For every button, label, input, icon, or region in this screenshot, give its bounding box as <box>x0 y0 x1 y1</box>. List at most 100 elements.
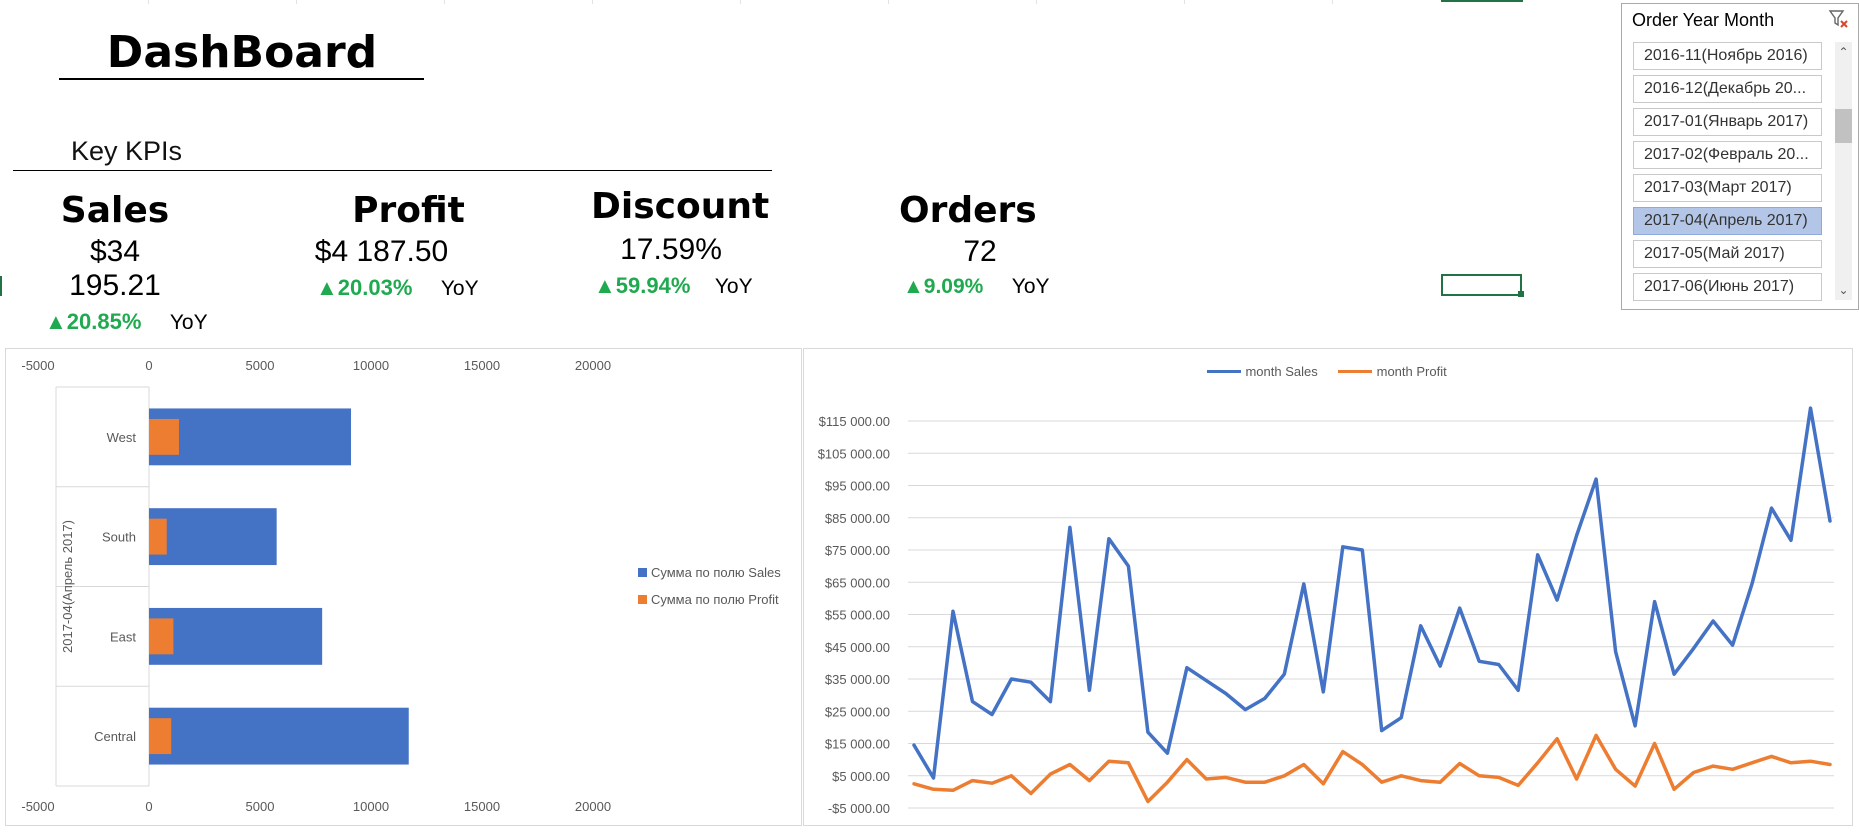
x-tick-label-bottom: 0 <box>145 799 152 814</box>
slicer-item[interactable]: 2017-03(Март 2017) <box>1633 174 1822 202</box>
kpi-change: ▲20.03% <box>316 275 413 300</box>
slicer-item[interactable]: 2016-11(Ноябрь 2016) <box>1633 42 1822 70</box>
sheet-gridline <box>1332 0 1333 4</box>
kpi-yoy: YoY <box>169 311 208 334</box>
sheet-gridline <box>592 0 593 4</box>
selected-cell[interactable] <box>1441 274 1522 296</box>
scroll-down-icon[interactable]: ⌄ <box>1835 282 1852 298</box>
slicer-scrollbar[interactable] <box>1835 42 1852 300</box>
clear-filter-icon[interactable] <box>1828 8 1850 30</box>
category-group-label: 2017-04(Апрель 2017) <box>60 520 75 653</box>
legend-label: Сумма по полю Profit <box>651 592 779 607</box>
y-tick-label: $65 000.00 <box>825 575 890 590</box>
y-tick-label: $15 000.00 <box>825 737 890 752</box>
kpi-label: Sales <box>60 190 170 231</box>
profit-bar <box>149 518 167 555</box>
y-tick-label: $55 000.00 <box>825 608 890 623</box>
x-tick-label-top: 20000 <box>575 358 611 373</box>
x-tick-label-top: 10000 <box>353 358 389 373</box>
region-bar-chart: -5000 -5000 0 0 5000 5000 10000 10000 15000 15000… <box>5 348 802 826</box>
sales-bar <box>149 408 352 466</box>
slicer-item[interactable]: 2017-01(Январь 2017) <box>1633 108 1822 136</box>
y-tick-label: $25 000.00 <box>825 704 890 719</box>
kpi-yoy: YoY <box>714 275 753 298</box>
kpi-heading: Key KPIs <box>71 136 183 166</box>
monthly-line-chart: month Sales month Profit $115 000.00 $105… <box>803 348 1853 826</box>
dashboard-title: DashBoard <box>106 27 378 78</box>
kpi-value: 72 <box>963 235 997 268</box>
fill-handle[interactable] <box>1518 291 1524 297</box>
slicer-item[interactable]: 2017-06(Июнь 2017) <box>1633 273 1822 301</box>
bar-chart-legend: Сумма по полю Sales Сумма по полю Profit <box>638 564 781 609</box>
legend-label: Сумма по полю Sales <box>651 565 781 580</box>
profit-bar <box>149 418 179 455</box>
sheet-gridline <box>296 0 297 4</box>
slicer-scroll-thumb[interactable] <box>1835 109 1852 143</box>
kpi-yoy: YoY <box>1011 275 1050 298</box>
slicer-title: Order Year Month <box>1632 10 1775 30</box>
y-tick-label: $35 000.00 <box>825 672 890 687</box>
sheet-gridline <box>444 0 445 4</box>
category-label: Central <box>94 729 136 744</box>
y-tick-label: $45 000.00 <box>825 640 890 655</box>
slicer-item[interactable]: 2017-05(Май 2017) <box>1633 240 1822 268</box>
sheet-gridline <box>148 0 149 4</box>
y-tick-label: $5 000.00 <box>832 769 890 784</box>
legend-swatch-profit <box>638 595 647 605</box>
profit-line <box>912 733 1832 804</box>
sheet-gridline <box>1184 0 1185 4</box>
category-label: West <box>107 430 137 445</box>
line-chart-legend: month Sales month Profit <box>1207 363 1447 381</box>
legend-swatch-sales <box>638 568 647 578</box>
slicer-item[interactable]: 2017-02(Февраль 20... <box>1633 141 1822 169</box>
legend-line-profit <box>1338 370 1373 374</box>
y-tick-label: $115 000.00 <box>819 414 890 429</box>
kpi-label: Profit <box>352 190 465 231</box>
y-tick-label: $105 000.00 <box>818 446 890 461</box>
kpi-card-discount: Discount 17.59% ▲59.94% YoY <box>591 186 851 299</box>
sales-bar <box>149 508 277 566</box>
sales-line <box>912 406 1832 780</box>
kpi-card-sales: Sales $34 195.21 ▲20.85% YoY <box>40 190 280 335</box>
y-tick-label: $75 000.00 <box>825 543 890 558</box>
row-header-marker <box>0 276 2 296</box>
kpi-card-profit: Profit $4 187.50 ▲20.03% YoY <box>314 190 574 301</box>
slicer-item-selected[interactable]: 2017-04(Апрель 2017) <box>1633 207 1822 235</box>
x-tick-label-bottom: 15000 <box>464 799 500 814</box>
order-year-month-slicer: Order Year Month 2016-11(Ноябрь 2016) 20… <box>1621 3 1859 310</box>
x-tick-label-bottom: -5000 <box>21 799 54 814</box>
kpi-change: ▲59.94% <box>594 273 691 298</box>
x-tick-label-top: 0 <box>145 358 152 373</box>
category-label: East <box>110 629 136 644</box>
kpi-yoy: YoY <box>440 277 479 300</box>
legend-label: month Profit <box>1376 364 1447 379</box>
kpi-card-orders: Orders 72 ▲9.09% YoY <box>899 190 1159 299</box>
title-underline <box>59 78 424 80</box>
kpi-change: ▲20.85% <box>45 309 142 334</box>
sales-bar <box>149 607 323 665</box>
y-tick-label: -$5 000.00 <box>828 801 890 816</box>
profit-bar <box>149 718 172 755</box>
kpi-underline <box>13 170 772 171</box>
profit-bar <box>149 618 174 655</box>
slicer-item[interactable]: 2016-12(Декабрь 20... <box>1633 75 1822 103</box>
x-tick-label-top: 15000 <box>464 358 500 373</box>
sheet-gridline <box>1036 0 1037 4</box>
sheet-gridline <box>888 0 889 4</box>
scroll-up-icon[interactable]: ⌃ <box>1835 44 1852 60</box>
kpi-label: Discount <box>591 186 770 227</box>
line-chart-plot: $115 000.00 $105 000.00 $95 000.00 $85 000.… <box>818 406 1834 816</box>
kpi-value: 17.59% <box>620 233 722 266</box>
kpi-value: $34 195.21 <box>69 235 161 302</box>
category-label: South <box>102 530 136 545</box>
x-tick-label-bottom: 5000 <box>246 799 275 814</box>
y-tick-label: $85 000.00 <box>825 511 890 526</box>
x-tick-label-top: -5000 <box>21 358 54 373</box>
x-tick-label-bottom: 20000 <box>575 799 611 814</box>
y-tick-label: $95 000.00 <box>825 479 890 494</box>
x-tick-label-bottom: 10000 <box>353 799 389 814</box>
kpi-value: $4 187.50 <box>314 235 449 268</box>
legend-label: month Sales <box>1245 364 1318 379</box>
x-tick-label-top: 5000 <box>246 358 275 373</box>
sales-bar <box>149 707 409 765</box>
